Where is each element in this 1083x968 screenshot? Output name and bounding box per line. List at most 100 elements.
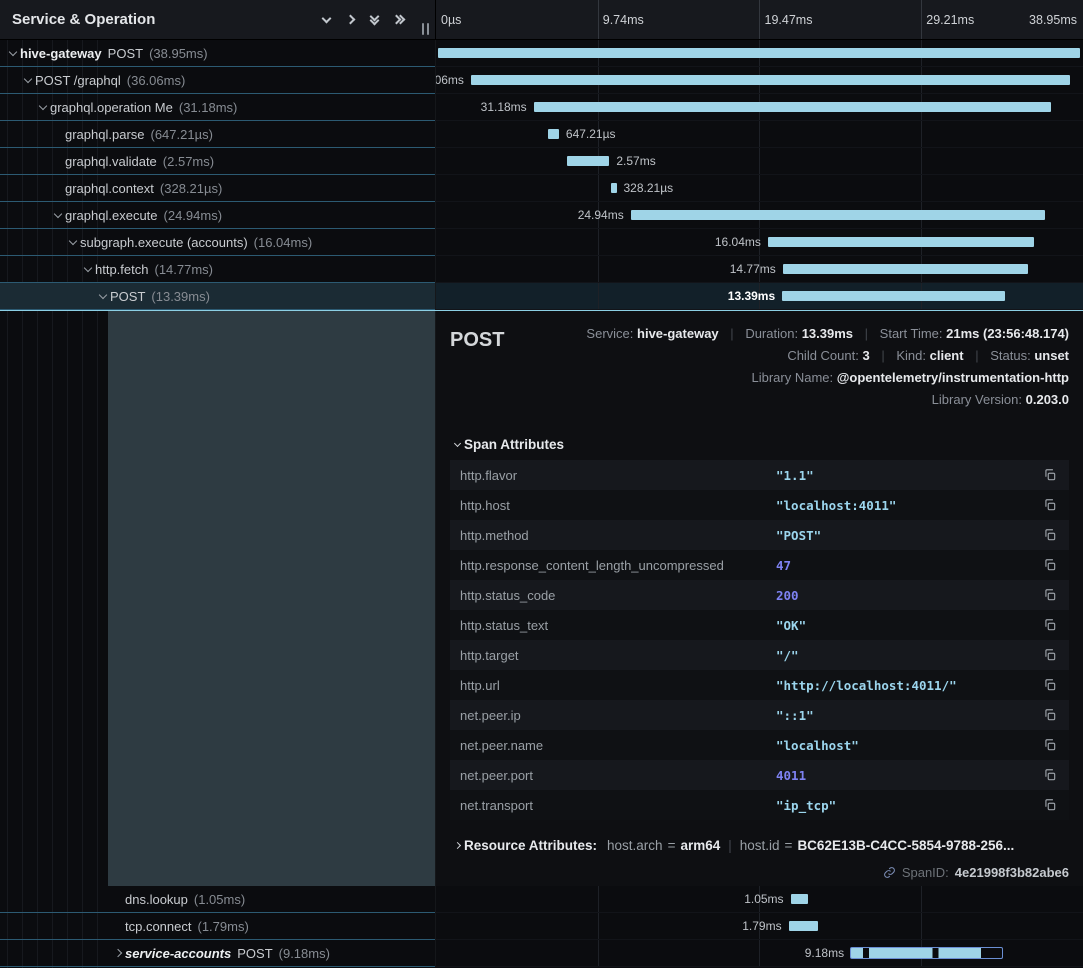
ruler-tick: 38.95ms <box>1029 0 1077 40</box>
copy-icon[interactable] <box>1041 586 1059 604</box>
span-tree-cell[interactable]: http.fetch (14.77ms) <box>0 256 435 283</box>
copy-icon[interactable] <box>1041 646 1059 664</box>
span-detail-panel: POST Service: hive-gateway | Duration: 1… <box>435 311 1083 886</box>
equals-sign: = <box>785 838 793 853</box>
copy-icon[interactable] <box>1041 496 1059 514</box>
span-row-selected[interactable]: POST (13.39ms) 13.39ms <box>0 283 1083 310</box>
resource-attributes-toggle[interactable]: Resource Attributes: host.arch=arm64 | h… <box>450 838 1069 853</box>
bar-duration-label: 14.77ms <box>730 262 776 276</box>
resource-value: arm64 <box>680 838 720 853</box>
copy-icon[interactable] <box>1041 466 1059 484</box>
span-tree-cell[interactable]: hive-gateway POST (38.95ms) <box>0 40 435 67</box>
span-track: 1.05ms <box>435 886 1083 913</box>
copy-icon[interactable] <box>1041 676 1059 694</box>
separator: | <box>730 326 733 341</box>
chevron-down-icon[interactable] <box>314 7 338 33</box>
copy-icon[interactable] <box>1041 526 1059 544</box>
double-chevron-right-icon[interactable] <box>386 7 410 33</box>
span-bar[interactable]: 36.06ms <box>471 75 1070 85</box>
chevron-down-icon[interactable] <box>66 240 80 244</box>
link-icon[interactable] <box>883 866 896 879</box>
span-id-value: 4e21998f3b82abe6 <box>955 865 1069 880</box>
span-row[interactable]: dns.lookup (1.05ms) 1.05ms <box>0 886 1083 913</box>
span-detail-title: POST <box>450 329 504 352</box>
span-attributes-toggle[interactable]: Span Attributes <box>450 437 1069 452</box>
chevron-down-icon[interactable] <box>96 294 110 298</box>
attribute-key: http.url <box>460 678 776 693</box>
span-track: 1.79ms <box>435 913 1083 940</box>
span-bar[interactable]: 328.21µs <box>611 183 617 193</box>
span-bar[interactable]: 31.18ms <box>534 102 1052 112</box>
attribute-key: http.status_code <box>460 588 776 603</box>
span-bar[interactable]: 14.77ms <box>783 264 1028 274</box>
span-bar[interactable]: 2.57ms <box>567 156 610 166</box>
bar-duration-label: 16.04ms <box>715 235 761 249</box>
copy-icon[interactable] <box>1041 616 1059 634</box>
resource-value: BC62E13B-C4CC-5854-9788-256... <box>797 838 1014 853</box>
double-chevron-down-icon[interactable] <box>362 7 386 33</box>
copy-icon[interactable] <box>1041 766 1059 784</box>
copy-icon[interactable] <box>1041 706 1059 724</box>
chevron-right-icon[interactable] <box>111 950 125 956</box>
chevron-down-icon[interactable] <box>51 213 65 217</box>
chevron-down-icon[interactable] <box>6 51 20 55</box>
span-bar[interactable]: 9.18ms <box>850 947 1003 959</box>
span-row[interactable]: service-accounts POST (9.18ms) 9.18ms <box>0 940 1083 967</box>
span-tree-cell[interactable]: graphql.parse (647.21µs) <box>0 121 435 148</box>
span-bar[interactable] <box>438 48 1080 58</box>
span-tree-cell[interactable]: graphql.validate (2.57ms) <box>0 148 435 175</box>
operation-name: graphql.context <box>65 181 154 196</box>
operation-name: graphql.operation Me <box>50 100 173 115</box>
span-row[interactable]: graphql.parse (647.21µs) 647.21µs <box>0 121 1083 148</box>
span-tree-cell[interactable]: tcp.connect (1.79ms) <box>0 913 435 940</box>
span-row[interactable]: POST /graphql (36.06ms) 36.06ms <box>0 67 1083 94</box>
span-tree-cell[interactable]: subgraph.execute (accounts) (16.04ms) <box>0 229 435 256</box>
span-row[interactable]: graphql.operation Me (31.18ms) 31.18ms <box>0 94 1083 121</box>
span-tree-cell[interactable]: graphql.context (328.21µs) <box>0 175 435 202</box>
panel-resizer[interactable] <box>422 23 429 39</box>
panel-title: Service & Operation <box>12 11 314 28</box>
span-tree-cell[interactable]: POST /graphql (36.06ms) <box>0 67 435 94</box>
copy-icon[interactable] <box>1041 736 1059 754</box>
span-bar[interactable]: 16.04ms <box>768 237 1035 247</box>
chevron-down-icon[interactable] <box>36 105 50 109</box>
resource-key: host.id <box>740 838 780 853</box>
span-duration: (9.18ms) <box>279 946 330 961</box>
meta-label: Service: <box>586 326 633 341</box>
span-row[interactable]: graphql.context (328.21µs) 328.21µs <box>0 175 1083 202</box>
span-bar[interactable]: 24.94ms <box>631 210 1045 220</box>
span-row[interactable]: graphql.validate (2.57ms) 2.57ms <box>0 148 1083 175</box>
copy-icon[interactable] <box>1041 556 1059 574</box>
span-track: 36.06ms <box>435 67 1083 94</box>
span-row[interactable]: http.fetch (14.77ms) 14.77ms <box>0 256 1083 283</box>
span-tree-cell[interactable]: dns.lookup (1.05ms) <box>0 886 435 913</box>
span-tree-cell[interactable]: graphql.operation Me (31.18ms) <box>0 94 435 121</box>
span-row[interactable]: tcp.connect (1.79ms) 1.79ms <box>0 913 1083 940</box>
bar-duration-label: 328.21µs <box>624 181 674 195</box>
chevron-down-icon[interactable] <box>21 78 35 82</box>
ruler-tick: 9.74ms <box>598 0 644 40</box>
chevron-down-icon[interactable] <box>81 267 95 271</box>
span-row[interactable]: subgraph.execute (accounts) (16.04ms) 16… <box>0 229 1083 256</box>
span-bar[interactable]: 1.79ms <box>789 921 819 931</box>
bar-duration-label: 9.18ms <box>805 946 844 960</box>
span-row[interactable]: hive-gateway POST (38.95ms) <box>0 40 1083 67</box>
span-duration: (24.94ms) <box>164 208 223 223</box>
span-duration: (1.79ms) <box>198 919 249 934</box>
span-track: 2.57ms <box>435 148 1083 175</box>
span-bar[interactable]: 647.21µs <box>548 129 559 139</box>
span-bar[interactable]: 1.05ms <box>791 894 808 904</box>
span-track: 13.39ms <box>435 283 1083 310</box>
span-row[interactable]: graphql.execute (24.94ms) 24.94ms <box>0 202 1083 229</box>
bar-duration-label: 2.57ms <box>616 154 655 168</box>
span-bar[interactable]: 13.39ms <box>782 291 1005 301</box>
span-tree-cell[interactable]: service-accounts POST (9.18ms) <box>0 940 435 967</box>
copy-icon[interactable] <box>1041 796 1059 814</box>
span-tree-cell[interactable]: POST (13.39ms) <box>0 283 435 310</box>
span-tree-cell[interactable]: graphql.execute (24.94ms) <box>0 202 435 229</box>
separator: | <box>975 348 978 363</box>
ruler-tick: 19.47ms <box>760 0 813 40</box>
span-duration: (31.18ms) <box>179 100 238 115</box>
chevron-right-icon[interactable] <box>338 7 362 33</box>
separator: | <box>728 838 732 853</box>
